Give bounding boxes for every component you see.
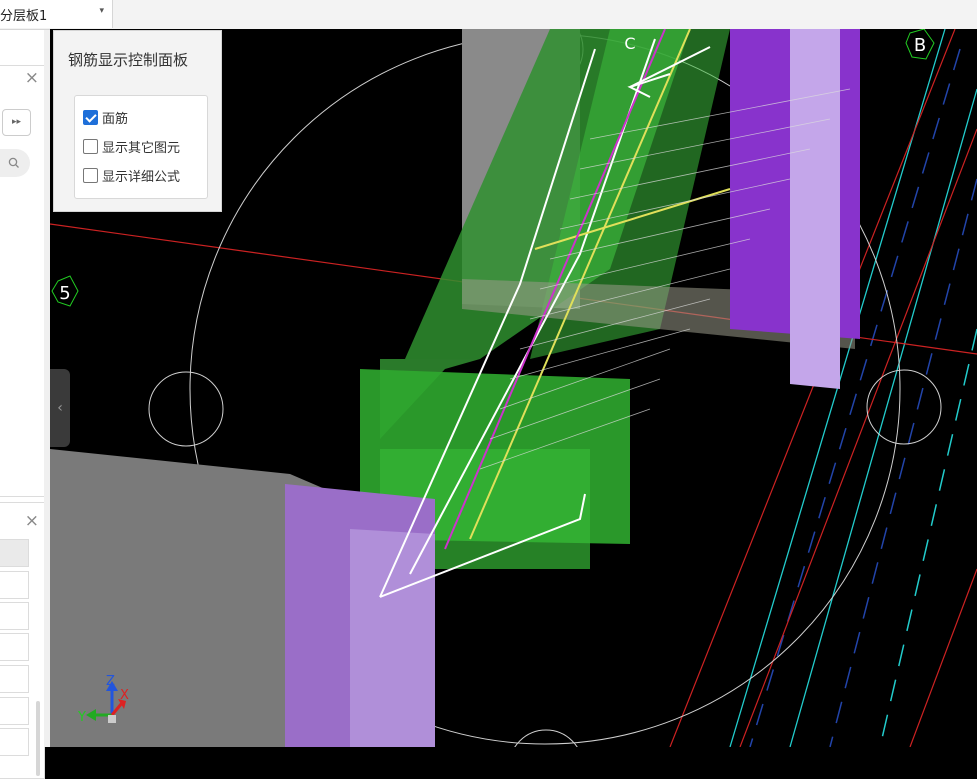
axis-marker-b: B: [905, 29, 935, 60]
option-show-other-elements[interactable]: 显示其它图元: [83, 135, 180, 157]
table-row[interactable]: [0, 728, 29, 756]
rebar-display-control-panel: 钢筋显示控制面板 面筋 显示其它图元 显示详细公式: [53, 30, 222, 212]
gizmo-x-label: X: [120, 688, 129, 703]
option-show-detailed-formula[interactable]: 显示详细公式: [83, 164, 180, 186]
table-row[interactable]: [0, 571, 29, 599]
checkbox-show-other-elements[interactable]: [83, 138, 98, 154]
3d-viewport[interactable]: 5 B C Z Y X ‹ 钢筋显示控制面板 面筋 显示其它图元 显示详细公式: [50, 29, 977, 747]
left-panel-top: × ▸▸: [0, 65, 45, 497]
table-row[interactable]: [0, 633, 29, 661]
checkbox-show-detailed-formula[interactable]: [83, 167, 98, 183]
option-label: 显示详细公式: [102, 169, 181, 185]
table-header: [0, 539, 29, 567]
close-icon[interactable]: ×: [25, 68, 39, 88]
option-top-rebar[interactable]: 面筋: [83, 106, 128, 128]
layer-dropdown[interactable]: 分层板1 ▾: [0, 0, 113, 28]
gizmo-y-label: Y: [77, 710, 86, 725]
axis-marker-5: 5: [51, 275, 79, 307]
checkbox-top-rebar[interactable]: [83, 109, 98, 125]
layer-dropdown-value: 分层板1: [0, 9, 48, 24]
options-box: 面筋 显示其它图元 显示详细公式: [74, 95, 208, 199]
panel-title: 钢筋显示控制面板: [68, 51, 189, 69]
left-panel-bottom: ×: [0, 502, 45, 779]
left-panel-area: × ▸▸ ×: [0, 30, 50, 779]
expand-button[interactable]: ▸▸: [2, 109, 31, 136]
table-row[interactable]: [0, 665, 29, 693]
scrollbar[interactable]: [36, 701, 40, 776]
chevron-down-icon: ▾: [99, 6, 104, 16]
collapse-left-panel-button[interactable]: ‹: [50, 369, 70, 447]
axis-label-b: B: [914, 35, 926, 56]
table-row[interactable]: [0, 602, 29, 630]
top-toolbar: 分层板1 ▾: [0, 0, 977, 30]
option-label: 显示其它图元: [102, 140, 181, 156]
search-icon: [8, 157, 19, 168]
table-row[interactable]: [0, 697, 29, 725]
search-button[interactable]: [0, 149, 30, 177]
axis-label-c: C: [624, 34, 635, 53]
option-label: 面筋: [102, 111, 129, 127]
gizmo-z-label: Z: [106, 674, 115, 689]
axis-label-5: 5: [59, 283, 70, 304]
close-icon[interactable]: ×: [25, 511, 39, 531]
